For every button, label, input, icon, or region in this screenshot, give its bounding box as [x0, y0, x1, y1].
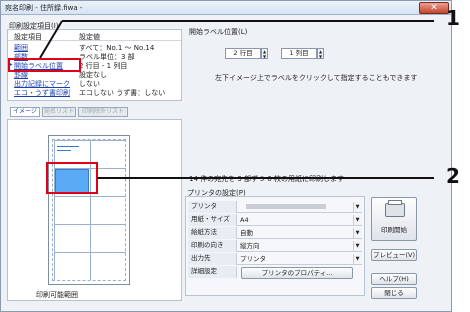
callout-lines-svg: [39, 20, 434, 179]
callout-number-1: 1: [446, 6, 460, 30]
callout-number-2: 2: [446, 164, 460, 188]
